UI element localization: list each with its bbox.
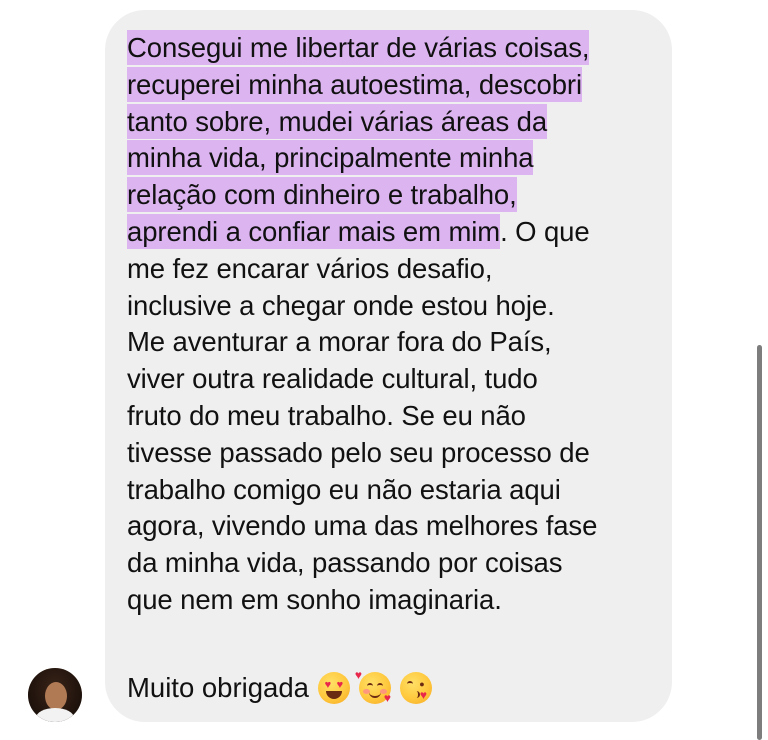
avatar-shirt: [36, 708, 74, 722]
message-line: Me aventurar a morar fora do País,: [127, 326, 552, 358]
highlighted-text: relação com dinheiro e trabalho,: [127, 179, 517, 211]
message-line: tanto sobre, mudei várias áreas da: [127, 104, 687, 141]
message-line: inclusive a chegar onde estou hoje.: [127, 289, 555, 321]
smiling-face-with-hearts-emoji: ♥ ♥: [354, 668, 392, 705]
message-line: da minha vida, passando por coisas: [127, 547, 563, 579]
message-text-plain: . O que: [500, 215, 590, 247]
message-line: recuperei minha autoestima, descobri: [127, 67, 687, 104]
message-line: relação com dinheiro e trabalho,: [127, 177, 687, 214]
chat-screen: Consegui me libertar de várias coisas, r…: [0, 0, 768, 740]
message-line: trabalho comigo eu não estaria aqui: [127, 473, 561, 505]
highlighted-text: minha vida, principalmente minha: [127, 142, 534, 174]
face-blowing-kiss-emoji: ● ♥: [399, 672, 432, 704]
message-line: fruto do meu trabalho. Se eu não: [127, 399, 526, 431]
thanks-line: Muito obrigada ♥ ♥ ♥ ♥ ● ♥: [127, 668, 432, 706]
heart-eyes-emoji: ♥ ♥: [317, 672, 350, 704]
thanks-text: Muito obrigada: [127, 672, 309, 703]
message-line: agora, vivendo uma das melhores fase: [127, 510, 598, 542]
message-line: viver outra realidade cultural, tudo: [127, 363, 538, 395]
highlighted-text: Consegui me libertar de várias coisas,: [127, 32, 590, 63]
highlighted-text: tanto sobre, mudei várias áreas da: [127, 105, 548, 137]
highlighted-text: recuperei minha autoestima, descobri: [127, 68, 582, 100]
scrollbar[interactable]: [757, 345, 762, 740]
message-line: que nem em sonho imaginaria.: [127, 583, 502, 615]
message-line: tivesse passado pelo seu processo de: [127, 436, 590, 468]
message-text: Consegui me libertar de várias coisas, r…: [127, 30, 687, 619]
message-line: minha vida, principalmente minha: [127, 140, 687, 177]
message-line: me fez encarar vários desafio,: [127, 252, 493, 284]
highlighted-text: aprendi a confiar mais em mim: [127, 215, 501, 247]
message-line: Consegui me libertar de várias coisas,: [127, 30, 687, 67]
avatar-face: [45, 682, 67, 710]
avatar[interactable]: [28, 668, 82, 722]
message-line: aprendi a confiar mais em mim. O que: [127, 214, 687, 251]
